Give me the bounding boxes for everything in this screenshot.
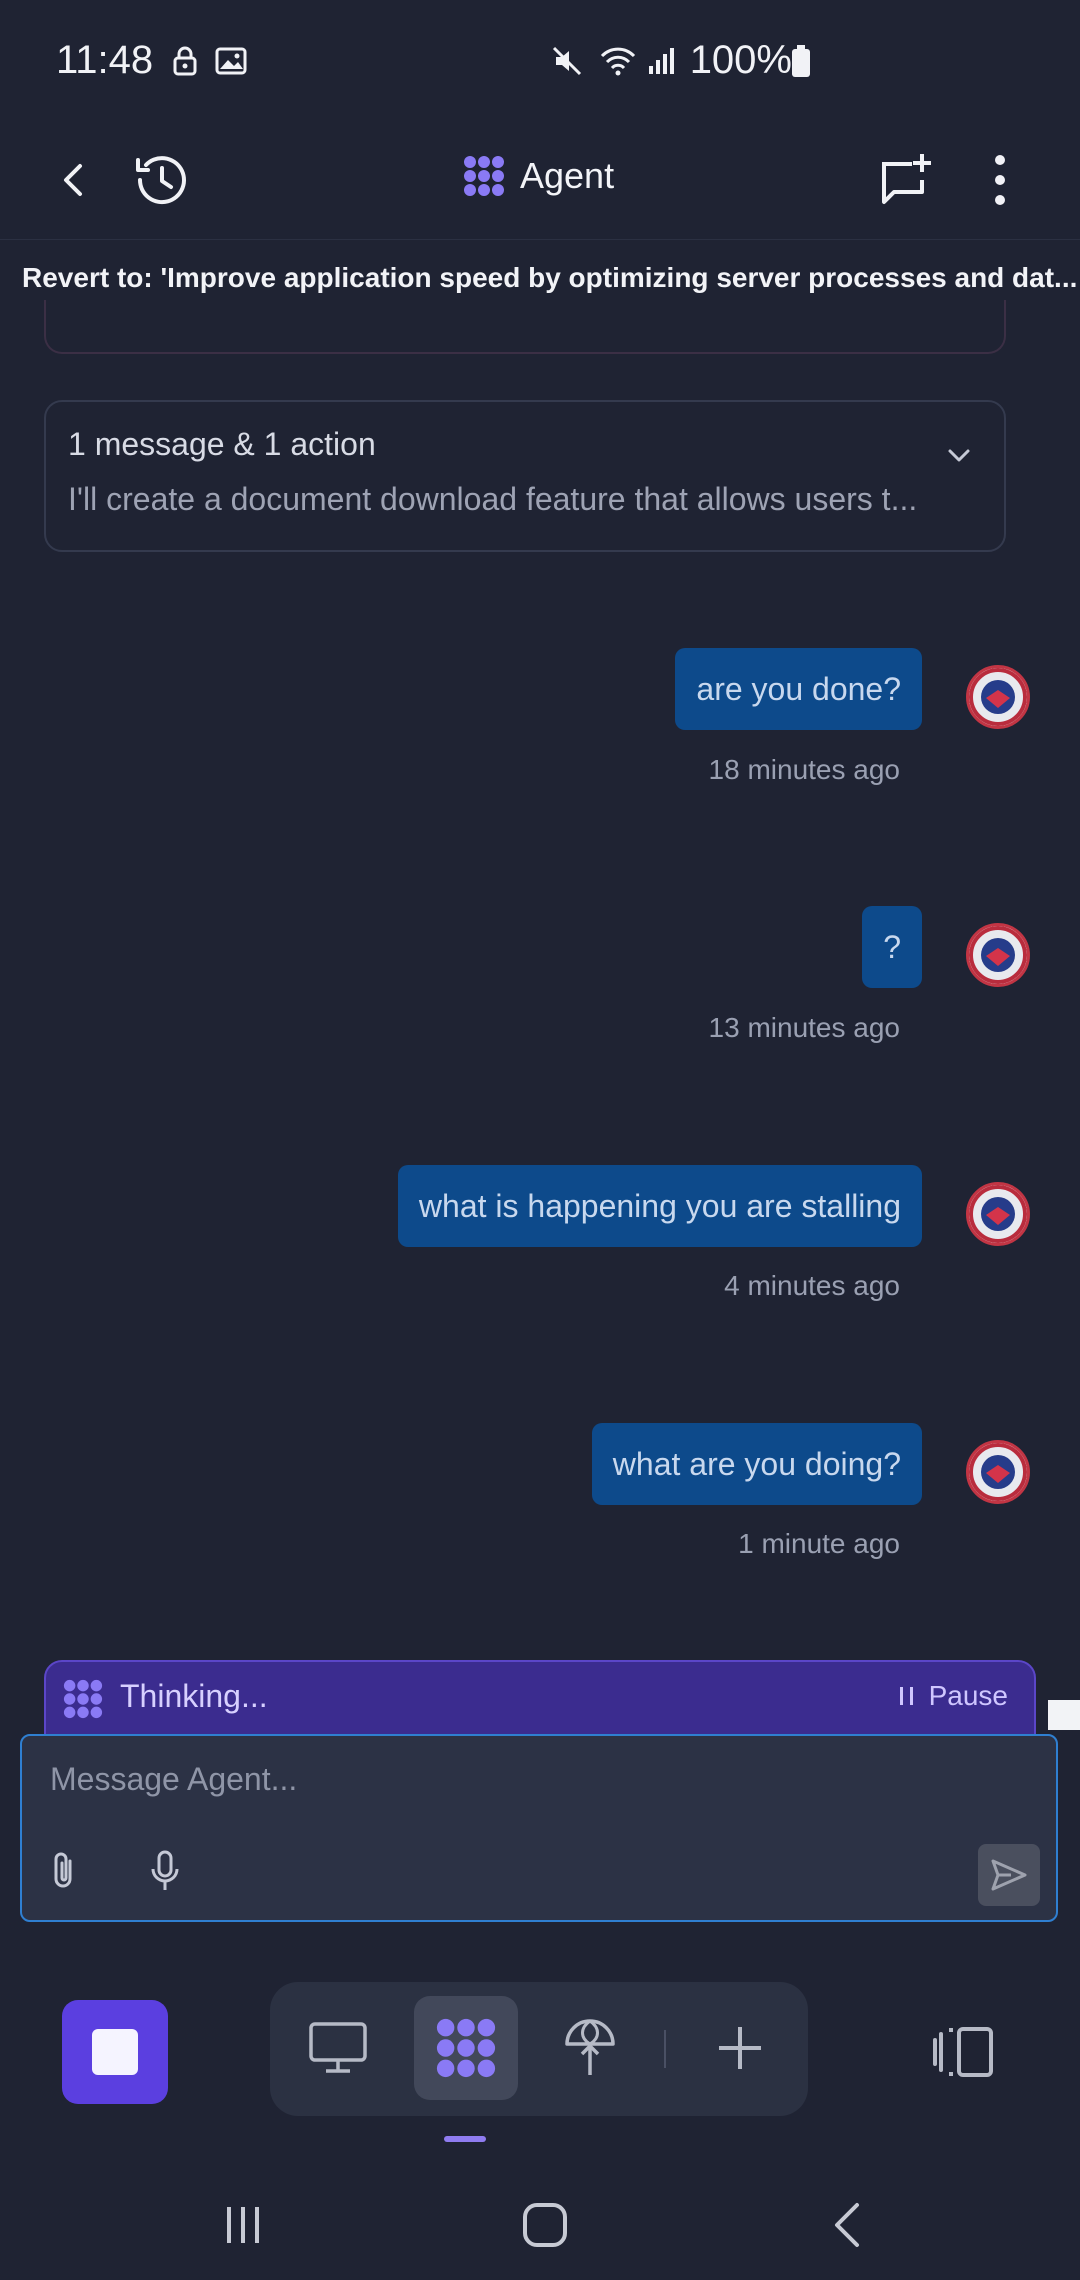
- user-message-bubble: what is happening you are stalling: [397, 1165, 922, 1247]
- summary-preview: I'll create a document download feature …: [68, 481, 918, 517]
- lock-icon: [173, 46, 197, 76]
- split-view-button[interactable]: [930, 2022, 1000, 2082]
- mute-icon: [552, 46, 582, 76]
- agent-icon: [436, 2018, 496, 2078]
- tab-desktop[interactable]: [286, 1996, 390, 2100]
- recent-apps-button[interactable]: [198, 2180, 288, 2270]
- microphone-icon: [151, 1850, 179, 1890]
- deploy-icon: [565, 2019, 615, 2075]
- status-time: 11:48: [56, 38, 154, 82]
- new-chat-button[interactable]: [864, 138, 948, 222]
- split-view-icon: [933, 2027, 993, 2077]
- active-tab-indicator: [444, 2136, 486, 2142]
- stop-icon: [92, 2029, 138, 2075]
- message-input[interactable]: [50, 1754, 950, 1804]
- previous-card: [44, 300, 1006, 354]
- back-icon: [835, 2203, 859, 2247]
- app-header: Agent: [0, 120, 1080, 240]
- system-back-button[interactable]: [802, 2180, 892, 2270]
- agent-icon: [63, 1679, 103, 1719]
- header-title-group: Agent: [462, 154, 614, 198]
- system-navigation-bar: [0, 2160, 1080, 2280]
- thinking-bar: Thinking... Pause: [44, 1660, 1036, 1736]
- page-title: Agent: [520, 155, 615, 196]
- avatar: [966, 923, 1030, 987]
- avatar: [966, 1182, 1030, 1246]
- plus-icon: [719, 2027, 761, 2069]
- wifi-icon: [600, 47, 636, 76]
- agent-logo-icon: [464, 156, 504, 196]
- stop-button[interactable]: [62, 2000, 168, 2104]
- pause-button[interactable]: Pause: [899, 1680, 1008, 1712]
- status-bar: 11:48 100%: [0, 0, 1080, 120]
- message-timestamp: 13 minutes ago: [708, 1012, 900, 1043]
- more-options-button[interactable]: [958, 138, 1042, 222]
- avatar: [966, 1440, 1030, 1504]
- back-icon: [64, 164, 82, 196]
- battery-icon: [792, 45, 810, 77]
- tab-deploy[interactable]: [538, 1996, 642, 2100]
- history-icon: [136, 156, 186, 205]
- home-icon: [523, 2203, 567, 2247]
- paperclip-icon: [54, 1852, 72, 1888]
- pause-label: Pause: [928, 1680, 1008, 1711]
- message-composer: [20, 1734, 1058, 1922]
- avatar: [966, 665, 1030, 729]
- tab-divider: [664, 2030, 666, 2068]
- send-button[interactable]: [978, 1844, 1040, 1906]
- voice-input-button[interactable]: [140, 1846, 190, 1896]
- scroll-handle[interactable]: [1048, 1700, 1080, 1730]
- new-chat-icon: [882, 154, 931, 204]
- battery-percent: 100%: [689, 38, 792, 82]
- summary-title: 1 message & 1 action: [68, 426, 376, 462]
- thinking-label: Thinking...: [120, 1678, 268, 1714]
- summary-card[interactable]: 1 message & 1 action I'll create a docum…: [44, 400, 1006, 552]
- home-button[interactable]: [500, 2180, 590, 2270]
- message-timestamp: 18 minutes ago: [708, 754, 900, 785]
- bottom-tab-bar: [270, 1982, 808, 2116]
- more-vert-icon: [995, 155, 1005, 205]
- back-button[interactable]: [32, 138, 116, 222]
- image-icon: [215, 47, 247, 75]
- recents-icon: [227, 2207, 259, 2243]
- attach-button[interactable]: [40, 1846, 90, 1896]
- pause-icon: [899, 1687, 913, 1705]
- tab-add[interactable]: [688, 1996, 792, 2100]
- tab-agent[interactable]: [414, 1996, 518, 2100]
- signal-icon: [649, 48, 674, 74]
- history-button[interactable]: [118, 138, 202, 222]
- user-message-bubble: are you done?: [675, 648, 922, 730]
- desktop-icon: [309, 2022, 367, 2073]
- message-timestamp: 1 minute ago: [738, 1528, 900, 1559]
- send-icon: [991, 1859, 1027, 1891]
- chevron-down-icon[interactable]: [944, 440, 974, 470]
- user-message-bubble: what are you doing?: [591, 1423, 922, 1505]
- user-message-bubble: ?: [862, 906, 922, 988]
- message-timestamp: 4 minutes ago: [724, 1270, 900, 1301]
